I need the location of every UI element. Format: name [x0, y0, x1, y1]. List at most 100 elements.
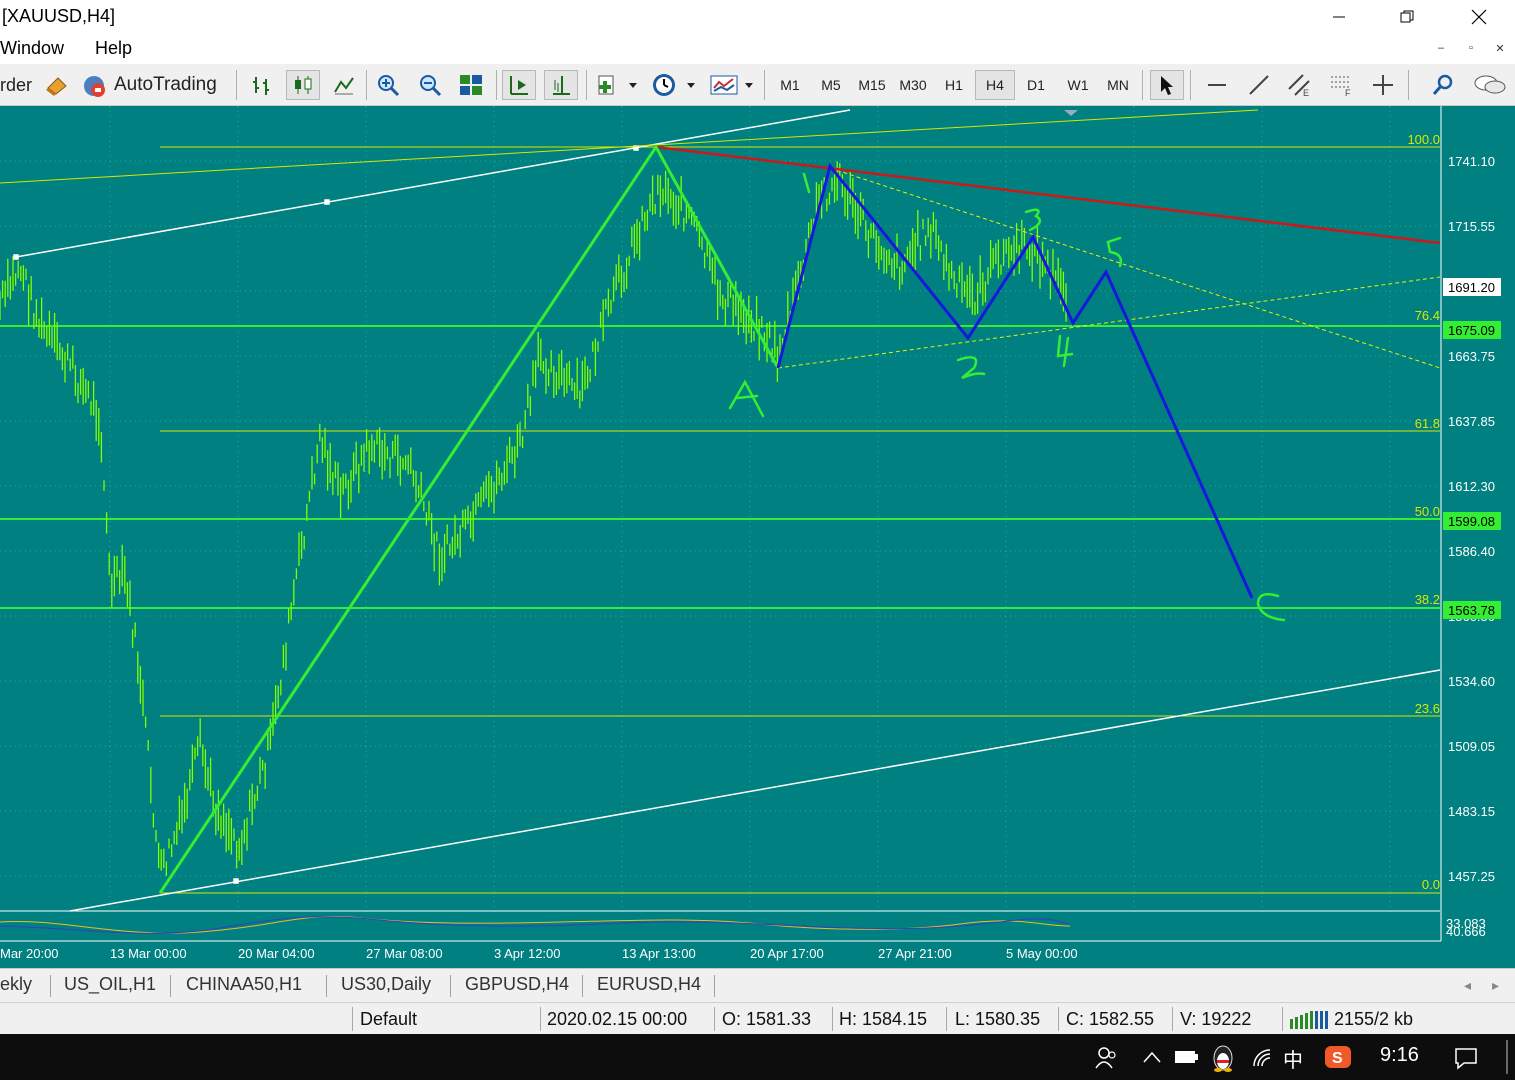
people-icon[interactable]	[1094, 1046, 1118, 1070]
candlestick-button[interactable]	[286, 70, 320, 100]
price-axis-labels: 1741.10 1715.55 1663.75 1637.85 1612.30 …	[1446, 154, 1495, 939]
line-chart-button[interactable]	[328, 70, 360, 100]
new-order-button[interactable]: rder	[0, 70, 38, 100]
templates-button[interactable]	[706, 70, 756, 100]
date-label: 20 Apr 17:00	[750, 946, 824, 961]
chart-canvas[interactable]: 100.0 76.4 61.8 50.0 38.2 23.6 0.0 1741.…	[0, 106, 1515, 968]
tf-d1[interactable]: D1	[1018, 70, 1054, 100]
autotrading-label: AutoTrading	[114, 74, 217, 95]
tile-windows-button[interactable]	[454, 70, 488, 100]
child-minimize-button[interactable]: –	[1430, 42, 1452, 60]
child-restore-button[interactable]: ▫	[1460, 42, 1482, 60]
tf-m1[interactable]: M1	[772, 70, 808, 100]
tabs-scroll-right[interactable]: ▸	[1492, 977, 1499, 994]
minimize-button[interactable]	[1316, 0, 1362, 34]
fib-label-500: 50.0	[1415, 504, 1440, 519]
status-profile: Default	[360, 1009, 418, 1029]
trendline-button[interactable]	[1242, 70, 1276, 100]
tf-mn[interactable]: MN	[1100, 70, 1136, 100]
price-label: 1663.75	[1448, 349, 1495, 364]
price-label: 1457.25	[1448, 869, 1495, 884]
close-icon	[1471, 9, 1487, 25]
chart-grid	[0, 106, 1440, 911]
hline-button[interactable]	[1200, 70, 1234, 100]
menu-window[interactable]: Window	[0, 38, 64, 59]
date-label: 13 Apr 13:00	[622, 946, 696, 961]
status-bar: Default 2020.02.15 00:00 O: 1581.33 H: 1…	[0, 1002, 1515, 1034]
search-icon	[1432, 74, 1453, 95]
autoscroll-button[interactable]	[502, 70, 536, 100]
price-chart[interactable]: 100.0 76.4 61.8 50.0 38.2 23.6 0.0 1741.…	[0, 106, 1515, 968]
status-datetime: 2020.02.15 00:00	[547, 1009, 688, 1029]
tabs-scroll-left[interactable]: ◂	[1464, 977, 1471, 994]
tab-weekly[interactable]: ekly	[0, 974, 32, 995]
current-price-label: 1691.20	[1448, 280, 1495, 295]
zoom-out-button[interactable]	[414, 70, 446, 100]
date-label: 3 Apr 12:00	[494, 946, 561, 961]
tab-gbpusd[interactable]: GBPUSD,H4	[465, 974, 569, 995]
fibonacci-icon: F	[1331, 76, 1351, 97]
equidistant-channel-button[interactable]: E	[1282, 70, 1316, 100]
tf-m5[interactable]: M5	[813, 70, 849, 100]
cursor-button[interactable]	[1150, 70, 1184, 100]
crosshair-icon	[1373, 75, 1393, 95]
indicators-icon	[598, 75, 637, 95]
chevron-up-icon[interactable]	[1142, 1050, 1162, 1064]
status-open: O: 1581.33	[722, 1009, 812, 1029]
wave-annotations	[728, 172, 1286, 622]
notification-icon[interactable]	[1454, 1046, 1478, 1070]
date-label: 27 Mar 08:00	[366, 946, 443, 961]
toolbar: rder AutoTrading M1 M5 M15 M30 H1 H4 D1 …	[0, 64, 1515, 106]
restore-button[interactable]	[1384, 0, 1430, 34]
windows-taskbar: 中 S 9:16	[0, 1034, 1515, 1080]
trendline-icon	[1249, 75, 1269, 95]
chart-shift-button[interactable]	[544, 70, 578, 100]
fibonacci-button[interactable]: F	[1324, 70, 1358, 100]
wave-label-5	[1106, 236, 1123, 268]
bar-chart-button[interactable]	[246, 70, 278, 100]
tab-chinaa50[interactable]: CHINAA50,H1	[186, 974, 302, 995]
templates-icon	[710, 75, 753, 95]
menu-help[interactable]: Help	[95, 38, 132, 59]
price-label: 1509.05	[1448, 739, 1495, 754]
wave-label-2	[956, 356, 986, 380]
qq-penguin-icon[interactable]	[1210, 1044, 1236, 1072]
date-label: 5 May 00:00	[1006, 946, 1078, 961]
metaeditor-icon	[46, 77, 67, 96]
metaeditor-button[interactable]	[42, 70, 72, 100]
zoom-in-button[interactable]	[372, 70, 404, 100]
level-label-1599: 1599.08	[1448, 514, 1495, 529]
battery-icon[interactable]	[1174, 1048, 1200, 1066]
tab-us-oil[interactable]: US_OIL,H1	[64, 974, 156, 995]
wave-label-a	[728, 379, 765, 418]
tf-h4[interactable]: H4	[975, 70, 1015, 100]
tf-h1[interactable]: H1	[936, 70, 972, 100]
wifi-icon[interactable]	[1250, 1046, 1274, 1068]
price-label: 1637.85	[1448, 414, 1495, 429]
child-close-button[interactable]: ✕	[1489, 42, 1511, 60]
indicators-button[interactable]	[592, 70, 642, 100]
minimize-icon	[1333, 16, 1345, 18]
tf-m15[interactable]: M15	[854, 70, 890, 100]
horizontal-line-icon	[1208, 84, 1226, 86]
chat-button[interactable]	[1470, 70, 1510, 100]
taskbar-clock[interactable]: 9:16	[1380, 1044, 1419, 1067]
svg-text:E: E	[1303, 88, 1309, 97]
close-button[interactable]	[1456, 0, 1502, 34]
search-button[interactable]	[1426, 70, 1460, 100]
level-label-1675: 1675.09	[1448, 323, 1495, 338]
sogou-ime-icon[interactable]: S	[1324, 1044, 1352, 1070]
tf-w1[interactable]: W1	[1059, 70, 1097, 100]
tab-us30[interactable]: US30,Daily	[341, 974, 431, 995]
price-markers: 1691.20 1675.09 1599.08 1563.78	[1443, 278, 1501, 619]
tf-m30[interactable]: M30	[895, 70, 931, 100]
crosshair-button[interactable]	[1366, 70, 1400, 100]
periods-button[interactable]	[648, 70, 698, 100]
show-desktop-button[interactable]	[1506, 1040, 1508, 1074]
fib-label-100: 100.0	[1407, 132, 1440, 147]
tab-eurusd[interactable]: EURUSD,H4	[597, 974, 701, 995]
zoom-out-icon	[420, 75, 442, 97]
autotrading-button[interactable]: AutoTrading	[80, 70, 230, 100]
wave-label-4	[1056, 334, 1074, 368]
input-method-indicator[interactable]: 中	[1283, 1044, 1303, 1073]
